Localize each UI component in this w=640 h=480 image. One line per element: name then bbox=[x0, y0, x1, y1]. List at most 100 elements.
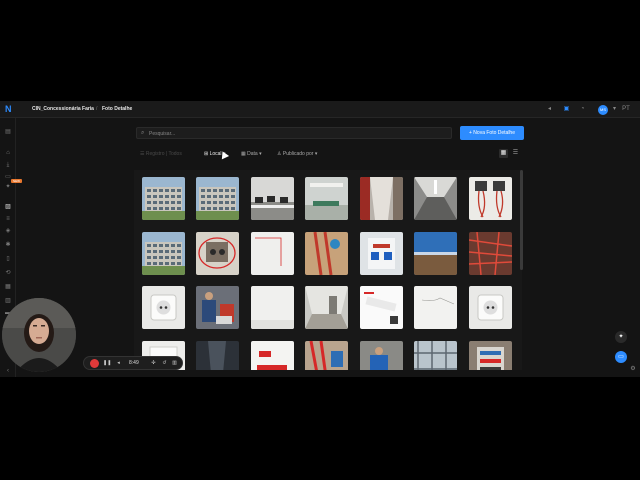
notifications-icon[interactable]: ◂ bbox=[546, 106, 553, 113]
top-bar: N CIN_Concessionária Faria / Foto Detalh… bbox=[0, 101, 640, 118]
doc-icon[interactable]: ▯ bbox=[5, 256, 11, 262]
photo-image bbox=[469, 341, 512, 370]
grid-view-button[interactable]: ▦ bbox=[499, 149, 508, 158]
search-input[interactable] bbox=[149, 129, 439, 138]
photo-thumbnail[interactable] bbox=[196, 232, 239, 275]
photo-thumbnail[interactable] bbox=[196, 177, 239, 220]
search-icon: ⌕ bbox=[141, 130, 145, 136]
photo-thumbnail[interactable] bbox=[360, 232, 403, 275]
list-view-button[interactable]: ☰ bbox=[511, 149, 520, 158]
filter-data[interactable]: ▦ Data ▾ bbox=[241, 149, 262, 159]
photo-thumbnail[interactable] bbox=[196, 286, 239, 329]
app-window: N CIN_Concessionária Faria / Foto Detalh… bbox=[0, 101, 640, 377]
photo-image bbox=[469, 232, 512, 275]
collapse-icon[interactable]: ‹ bbox=[5, 368, 11, 374]
photo-thumbnail[interactable] bbox=[142, 232, 185, 275]
photo-image bbox=[196, 177, 239, 220]
photo-thumbnail[interactable] bbox=[414, 286, 457, 329]
photo-image bbox=[196, 232, 239, 275]
undo-icon[interactable]: ↺ bbox=[161, 360, 168, 367]
photo-image bbox=[469, 177, 512, 220]
photo-thumbnail[interactable] bbox=[469, 232, 512, 275]
photo-thumbnail[interactable] bbox=[360, 341, 403, 370]
volume-icon[interactable]: ◂ bbox=[115, 360, 122, 367]
photo-thumbnail[interactable] bbox=[469, 286, 512, 329]
photo-thumbnail[interactable] bbox=[305, 177, 348, 220]
photo-thumbnail[interactable] bbox=[360, 177, 403, 220]
photo-image bbox=[305, 341, 348, 370]
chevron-down-icon[interactable]: ▾ bbox=[611, 106, 618, 113]
new-photo-button[interactable]: + Nova Foto Detalhe bbox=[460, 126, 524, 140]
webcam-overlay bbox=[2, 298, 76, 372]
window-icon[interactable]: ▣ bbox=[563, 106, 570, 113]
photo-image bbox=[251, 341, 294, 370]
home-icon[interactable]: ⌂ bbox=[5, 150, 11, 156]
photo-image bbox=[142, 177, 185, 220]
search-bar[interactable]: ⌕ bbox=[136, 127, 452, 139]
photo-image bbox=[142, 232, 185, 275]
gallery-scrollbar[interactable] bbox=[520, 170, 523, 270]
photo-thumbnail[interactable] bbox=[360, 286, 403, 329]
photo-thumbnail[interactable] bbox=[251, 286, 294, 329]
photo-image bbox=[469, 286, 512, 329]
list-icon[interactable]: ≡ bbox=[5, 216, 11, 222]
photo-image bbox=[414, 286, 457, 329]
photo-image bbox=[305, 232, 348, 275]
photo-thumbnail[interactable] bbox=[251, 232, 294, 275]
tag-icon[interactable]: ◈ bbox=[5, 228, 11, 234]
breadcrumb-separator: / bbox=[96, 106, 98, 112]
sparkle-icon[interactable]: ✦ bbox=[615, 331, 627, 343]
mouse-cursor bbox=[218, 149, 230, 160]
pause-icon[interactable]: ❚❚ bbox=[103, 360, 111, 367]
image-icon[interactable]: ▨ bbox=[5, 204, 11, 210]
photo-image bbox=[305, 177, 348, 220]
photo-thumbnail[interactable] bbox=[414, 232, 457, 275]
photo-image bbox=[251, 232, 294, 275]
recording-time: 8:49 bbox=[129, 360, 139, 366]
photo-thumbnail[interactable] bbox=[142, 286, 185, 329]
star-icon[interactable]: ✦ bbox=[5, 184, 11, 190]
gear-icon[interactable]: ✱ bbox=[5, 242, 11, 248]
photo-image bbox=[414, 341, 457, 370]
share-icon[interactable]: ⟲ bbox=[5, 270, 11, 276]
filter-publicado-por[interactable]: ♙ Publicado por ▾ bbox=[277, 149, 317, 159]
chart-icon[interactable]: ▥ bbox=[5, 298, 11, 304]
photo-image bbox=[414, 177, 457, 220]
photo-thumbnail[interactable] bbox=[251, 341, 294, 370]
photo-image bbox=[414, 232, 457, 275]
grid-icon[interactable]: ✣ bbox=[150, 360, 157, 367]
layout-icon[interactable]: ▤ bbox=[5, 129, 11, 135]
photo-gallery bbox=[134, 170, 522, 370]
photo-thumbnail[interactable] bbox=[196, 341, 239, 370]
filter-registro[interactable]: ☰ Registro | Todos bbox=[140, 149, 182, 159]
photo-thumbnail[interactable] bbox=[251, 177, 294, 220]
bell-icon[interactable]: ◔ bbox=[579, 106, 586, 113]
photo-image bbox=[196, 286, 239, 329]
download-icon[interactable]: ⤓ bbox=[5, 162, 11, 168]
photo-image bbox=[251, 286, 294, 329]
photo-thumbnail[interactable] bbox=[305, 341, 348, 370]
app-logo[interactable]: N bbox=[5, 105, 13, 114]
language-selector[interactable]: PT bbox=[621, 106, 631, 113]
photo-image bbox=[305, 286, 348, 329]
chat-bubble-icon[interactable]: ▭ bbox=[615, 351, 627, 363]
photo-image bbox=[360, 177, 403, 220]
calendar-icon[interactable]: ▦ bbox=[5, 284, 11, 290]
new-badge: NEW bbox=[11, 179, 22, 183]
photo-thumbnail[interactable] bbox=[142, 177, 185, 220]
gear-icon[interactable]: ⚙ bbox=[630, 366, 636, 373]
presenter-image bbox=[2, 298, 76, 372]
photo-thumbnail[interactable] bbox=[469, 177, 512, 220]
record-button[interactable] bbox=[90, 359, 99, 368]
photo-thumbnail[interactable] bbox=[305, 286, 348, 329]
photo-thumbnail[interactable] bbox=[414, 177, 457, 220]
photo-thumbnail[interactable] bbox=[469, 341, 512, 370]
avatar[interactable]: MS bbox=[598, 105, 608, 115]
photo-image bbox=[196, 341, 239, 370]
breadcrumb-project[interactable]: CIN_Concessionária Faria bbox=[32, 106, 94, 112]
photo-image bbox=[251, 177, 294, 220]
photo-image bbox=[360, 341, 403, 370]
photo-thumbnail[interactable] bbox=[414, 341, 457, 370]
photo-thumbnail[interactable] bbox=[305, 232, 348, 275]
trash-icon[interactable]: ▥ bbox=[171, 360, 178, 367]
